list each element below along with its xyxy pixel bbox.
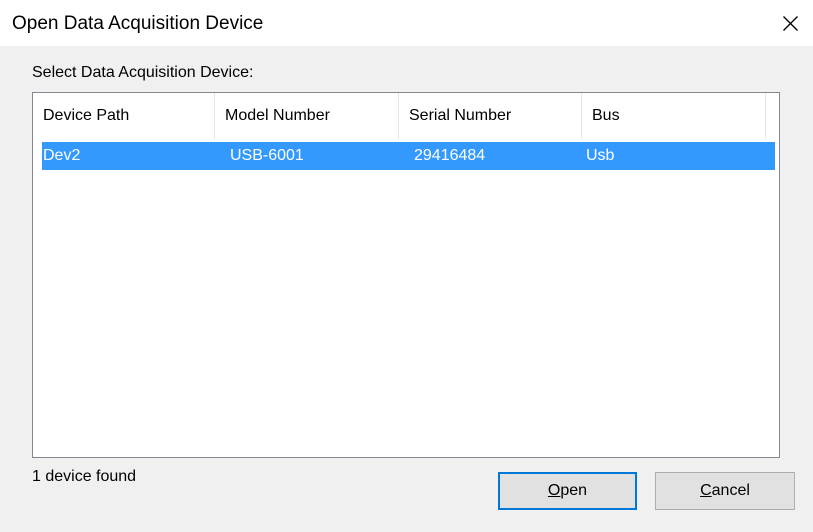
column-header-model-number[interactable]: Model Number	[215, 93, 399, 139]
cancel-button-label: ancel	[711, 482, 750, 499]
dialog-window: Open Data Acquisition Device Select Data…	[0, 0, 813, 532]
cell-serial-number: 29416484	[414, 147, 486, 164]
cell-device-path: Dev2	[43, 147, 81, 164]
device-list-label: Select Data Acquisition Device:	[32, 64, 254, 81]
device-list[interactable]: Device Path Model Number Serial Number B…	[32, 92, 780, 458]
cell-bus: Usb	[586, 147, 615, 164]
close-icon	[783, 16, 798, 31]
window-title: Open Data Acquisition Device	[12, 13, 264, 34]
cancel-button-accelerator: C	[700, 482, 712, 499]
device-count-status: 1 device found	[32, 468, 137, 485]
column-header-serial-number[interactable]: Serial Number	[399, 93, 582, 139]
open-button-label: pen	[560, 482, 588, 499]
column-header-bus[interactable]: Bus	[582, 93, 766, 139]
column-header-device-path[interactable]: Device Path	[33, 93, 215, 139]
table-row[interactable]: Dev2 USB-6001 29416484 Usb	[42, 142, 775, 170]
cell-model-number: USB-6001	[230, 147, 304, 164]
device-list-header: Device Path Model Number Serial Number B…	[33, 93, 766, 139]
device-list-body: Dev2 USB-6001 29416484 Usb	[33, 142, 779, 170]
open-button[interactable]: Open	[498, 472, 637, 510]
close-button[interactable]	[767, 0, 813, 46]
title-bar: Open Data Acquisition Device	[0, 0, 813, 46]
open-button-accelerator: O	[547, 482, 561, 499]
cancel-button[interactable]: Cancel	[655, 472, 795, 510]
